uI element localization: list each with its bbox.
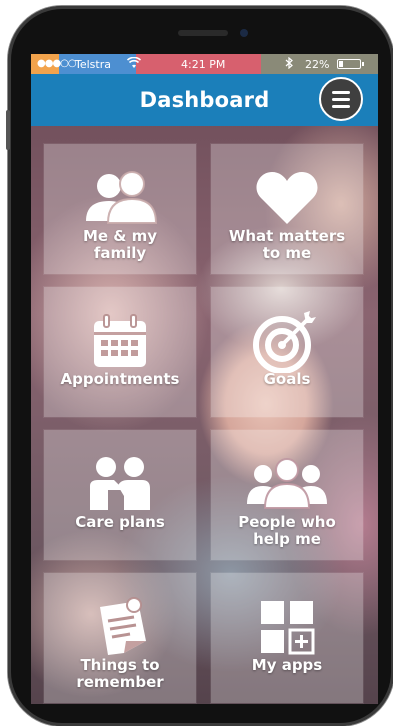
battery-fill (339, 61, 343, 67)
tile-label: Care plans (75, 514, 165, 531)
tile-label-line: Me & my (82, 227, 158, 245)
tile-label: Appointments (61, 371, 180, 388)
tile-label-line: remember (76, 673, 164, 691)
carrier-name: Telstra (75, 58, 111, 71)
hamburger-icon-bar (332, 104, 350, 108)
status-bar: ●●●○○ Telstra 4:21 PM 22% (31, 54, 378, 74)
people-icon (243, 454, 331, 514)
tile-label-line: to me (262, 244, 312, 262)
tile-my-apps[interactable]: My apps (211, 573, 363, 703)
tile-label: Goals (264, 371, 311, 388)
wifi-icon (126, 56, 142, 72)
tile-care-plans[interactable]: Care plans (44, 430, 196, 560)
apps-icon (259, 597, 315, 657)
signal-strength: ●●●○○ (37, 58, 77, 69)
app-screen: ●●●○○ Telstra 4:21 PM 22% Dashboard Me &… (31, 54, 378, 704)
target-icon (252, 311, 322, 373)
heart-icon (255, 168, 319, 228)
battery-percent: 22% (305, 58, 330, 71)
tile-label-line: What matters (228, 227, 346, 245)
tile-goals[interactable]: Goals (211, 287, 363, 417)
phone-speaker (178, 30, 228, 36)
tile-label: My apps (252, 657, 322, 674)
battery-icon (337, 59, 361, 69)
tile-label-line: Appointments (60, 370, 180, 388)
hamburger-icon-bar (332, 90, 350, 94)
tile-label-line: Goals (263, 370, 311, 388)
page-title: Dashboard (139, 88, 270, 112)
tile-appointments[interactable]: Appointments (44, 287, 196, 417)
menu-button[interactable] (319, 77, 363, 121)
family-icon (82, 168, 158, 228)
tile-label: Me & my family (83, 228, 157, 262)
calendar-icon (92, 311, 148, 371)
tile-what-matters-to-me[interactable]: What matters to me (211, 144, 363, 274)
phone-camera (240, 29, 248, 37)
phone-side-button (6, 110, 10, 150)
header-bar: Dashboard (31, 74, 378, 126)
tile-label-line: Things to (80, 656, 160, 674)
tile-label-line: My apps (251, 656, 323, 674)
hamburger-icon-bar (332, 97, 350, 101)
bluetooth-icon (285, 56, 293, 72)
tile-label-line: People who (238, 513, 336, 531)
care-plans-icon (84, 454, 156, 514)
status-time: 4:21 PM (181, 58, 226, 71)
tile-label: What matters to me (229, 228, 345, 262)
tile-label-line: Care plans (75, 513, 165, 531)
tile-things-to-remember[interactable]: Things to remember (44, 573, 196, 703)
tile-label-line: help me (253, 530, 321, 548)
note-icon (90, 597, 150, 657)
tile-label-line: family (93, 244, 147, 262)
tile-me-and-my-family[interactable]: Me & my family (44, 144, 196, 274)
battery-tip (362, 62, 364, 66)
tile-label: People who help me (238, 514, 336, 548)
tile-label: Things to remember (76, 657, 163, 691)
tile-people-who-help-me[interactable]: People who help me (211, 430, 363, 560)
